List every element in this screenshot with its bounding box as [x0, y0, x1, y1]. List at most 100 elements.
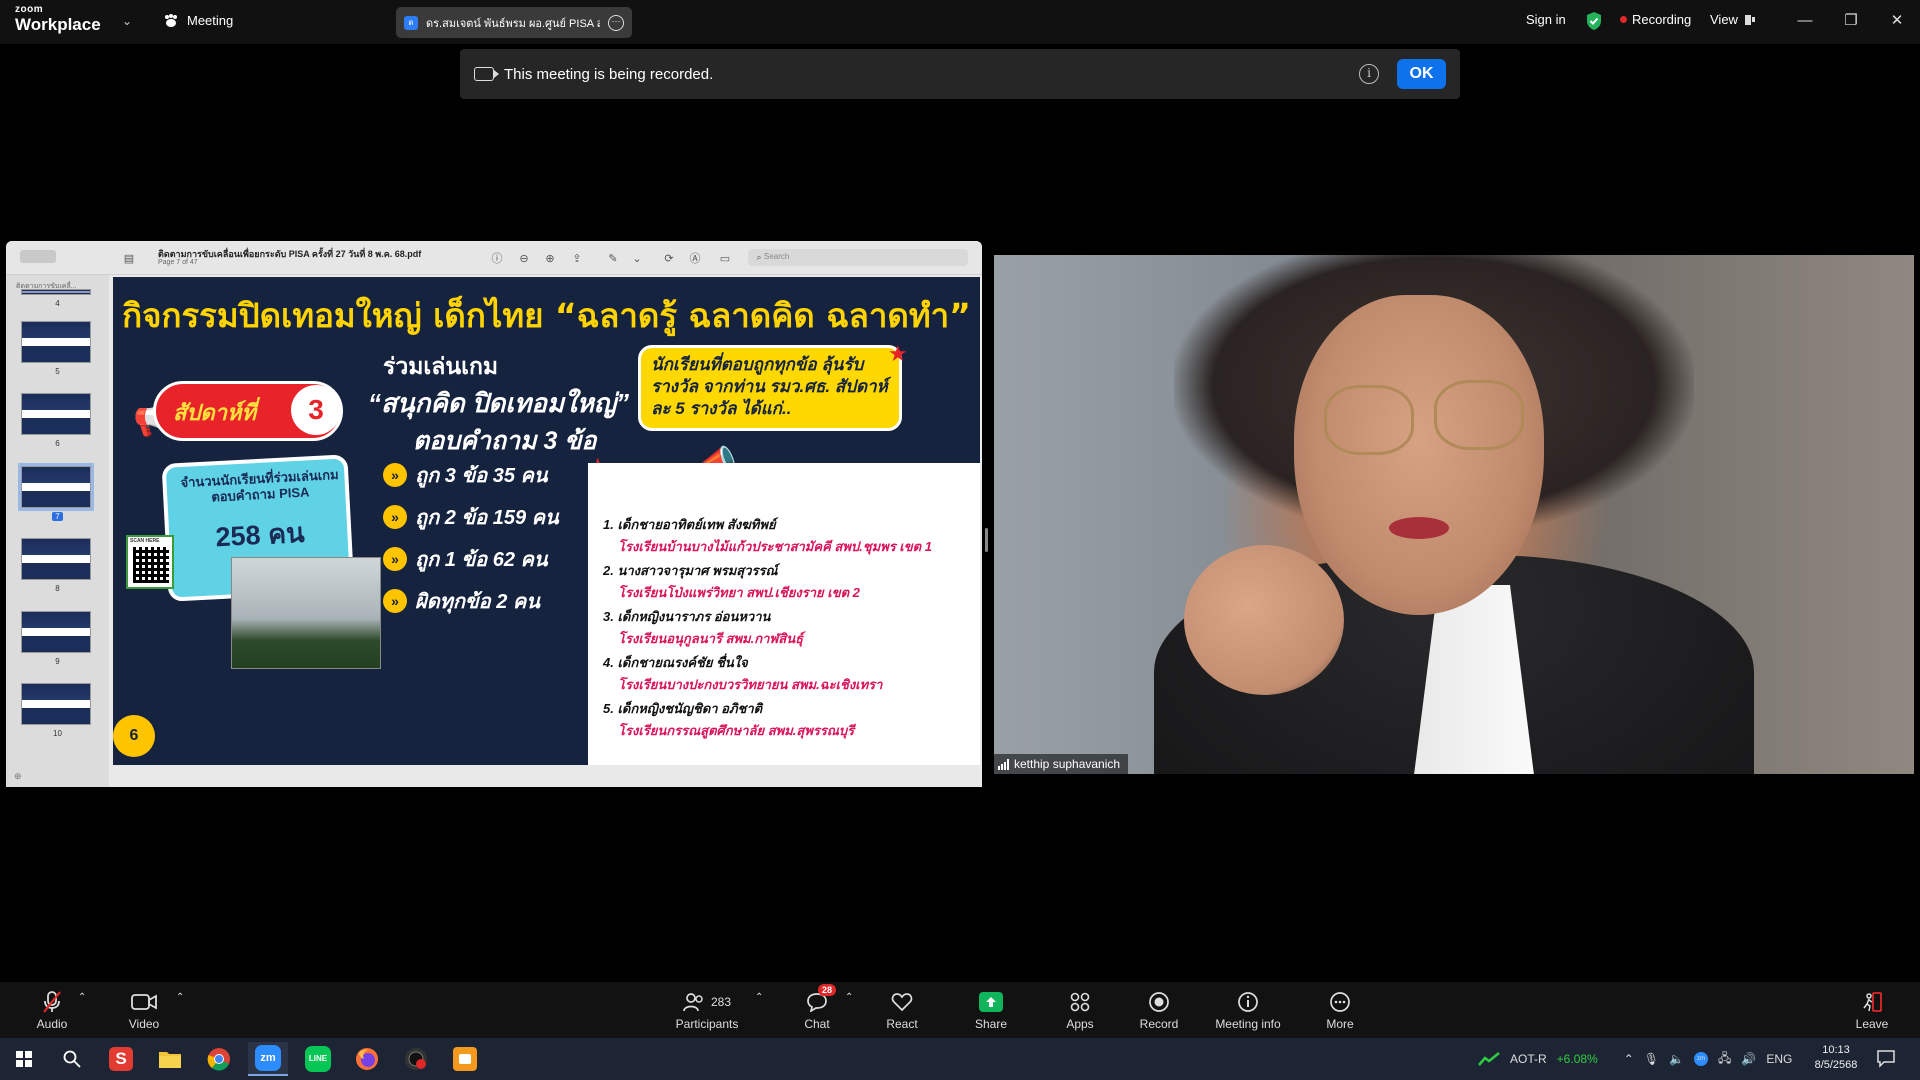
- clock-date: 8/5/2568: [1814, 1059, 1858, 1071]
- file-explorer-icon[interactable]: [150, 1042, 190, 1076]
- audio-options-caret-icon[interactable]: ⌃: [78, 992, 86, 1003]
- windows-start-icon[interactable]: [4, 1042, 44, 1076]
- chat-button[interactable]: 28 Chat: [800, 982, 837, 1038]
- zoom-tray-icon[interactable]: zm: [1693, 1052, 1708, 1066]
- thumbnail-number: 8: [55, 584, 60, 593]
- record-button[interactable]: Record: [1139, 982, 1179, 1038]
- wps-office-icon[interactable]: S: [101, 1042, 141, 1076]
- markup-pen-icon[interactable]: ✎: [606, 251, 620, 265]
- winner-name: 4. เด็กชายณรงค์ชัย ชื่นใจ: [603, 655, 748, 670]
- rotate-icon[interactable]: ⟳: [662, 251, 676, 265]
- more-icon: [1329, 990, 1351, 1014]
- selected-page-label: 7: [52, 512, 63, 521]
- notification-icon[interactable]: [1876, 1048, 1898, 1070]
- close-icon[interactable]: ✕: [1882, 8, 1912, 32]
- leave-door-icon: [1861, 990, 1883, 1014]
- video-person-glasses: [1324, 385, 1414, 455]
- pdf-thumbnail-sidebar: ติดตามการขับเคลื่... 4 5 6 7 8 9 10 ⊕: [6, 275, 109, 787]
- thumbnail-page-5[interactable]: [21, 321, 91, 363]
- thumbnail-page-7[interactable]: [18, 463, 94, 511]
- zoom-app-icon[interactable]: zm: [248, 1042, 288, 1076]
- heart-icon: [891, 990, 913, 1014]
- winner-school: โรงเรียนโป่งแพร่วิทยา สพป.เชียงราย เขต 2: [618, 585, 860, 600]
- participant-name: ketthip suphavanich: [1014, 757, 1121, 771]
- pdf-search-input[interactable]: Search: [748, 249, 968, 266]
- speaker-icon[interactable]: 🔈: [1669, 1052, 1684, 1066]
- add-page-icon[interactable]: ⊕: [14, 771, 22, 782]
- thumbnail-page-10[interactable]: [21, 683, 91, 725]
- chat-label: Chat: [804, 1016, 830, 1031]
- meeting-info-button[interactable]: Meeting info: [1212, 982, 1284, 1038]
- stock-ticker[interactable]: AOT-R: [1510, 1052, 1547, 1066]
- language-indicator[interactable]: ENG: [1766, 1052, 1792, 1066]
- form-icon[interactable]: ▭: [718, 251, 732, 265]
- participant-video-tile[interactable]: [994, 255, 1914, 774]
- encryption-shield-icon[interactable]: [1585, 11, 1603, 36]
- chevron-right-icon: »: [383, 463, 407, 487]
- chrome-icon[interactable]: [199, 1042, 239, 1076]
- share-icon[interactable]: ⇪: [570, 251, 584, 265]
- chat-icon: 28: [806, 983, 837, 1014]
- chat-options-caret-icon[interactable]: ⌃: [845, 992, 853, 1003]
- info-icon[interactable]: i: [1359, 64, 1379, 84]
- video-options-caret-icon[interactable]: ⌃: [176, 992, 184, 1003]
- thumbnail-page-6[interactable]: [21, 393, 91, 435]
- volume-icon[interactable]: 🔊: [1741, 1052, 1756, 1066]
- shared-screen-tab[interactable]: ด ดร.สมเจตน์ พันธ์พรม ผอ.ศูนย์ PISA ส ··…: [396, 7, 632, 38]
- audio-label: Audio: [36, 1016, 68, 1031]
- info-icon[interactable]: ⓘ: [490, 251, 504, 265]
- meeting-tab[interactable]: Meeting: [163, 13, 233, 28]
- media-app-icon[interactable]: [396, 1042, 436, 1076]
- split-view-handle[interactable]: [985, 528, 988, 552]
- participants-label: Participants: [675, 1016, 739, 1031]
- apps-button[interactable]: Apps: [1063, 982, 1097, 1038]
- chevron-up-icon[interactable]: ⌃: [1624, 1052, 1634, 1066]
- minimize-icon[interactable]: —: [1790, 8, 1820, 32]
- chevron-right-icon: »: [383, 547, 407, 571]
- video-person-hand: [1184, 545, 1344, 695]
- more-button[interactable]: More: [1324, 982, 1356, 1038]
- microphone-icon[interactable]: 🎙: [1644, 1052, 1659, 1066]
- thumbnail-page-9[interactable]: [21, 611, 91, 653]
- recording-indicator[interactable]: Recording: [1620, 12, 1691, 27]
- meeting-controls-bar: Audio ⌃ Video ⌃ 283 Participants ⌃ 28 Ch…: [0, 982, 1920, 1038]
- firefox-icon[interactable]: [347, 1042, 387, 1076]
- video-button[interactable]: Video: [126, 982, 162, 1038]
- line-app-icon[interactable]: LINE: [298, 1042, 338, 1076]
- sign-in-link[interactable]: Sign in: [1526, 12, 1566, 27]
- view-button[interactable]: View: [1710, 12, 1756, 27]
- zoom-in-icon[interactable]: ⊕: [543, 251, 557, 265]
- chat-unread-badge: 28: [818, 983, 837, 996]
- video-camera-icon: [131, 990, 157, 1014]
- annotate-icon[interactable]: Ⓐ: [688, 251, 702, 265]
- search-icon[interactable]: [52, 1042, 92, 1076]
- share-button[interactable]: Share: [972, 982, 1010, 1038]
- leave-button[interactable]: Leave: [1856, 982, 1888, 1038]
- view-mode-icon[interactable]: ▤: [122, 251, 136, 265]
- chevron-down-icon[interactable]: ⌄: [122, 14, 132, 28]
- search-icon: ⌕: [756, 251, 762, 262]
- network-icon[interactable]: 🖧: [1718, 1049, 1731, 1070]
- chevron-down-icon[interactable]: ⌄: [630, 251, 644, 265]
- ok-button[interactable]: OK: [1397, 59, 1446, 89]
- zoom-out-icon[interactable]: ⊖: [517, 251, 531, 265]
- windows-taskbar: S zm LINE AOT-R +6.08% ⌃ 🎙 🔈 zm 🖧 🔊 ENG …: [0, 1038, 1920, 1080]
- more-options-icon[interactable]: ···: [608, 14, 624, 31]
- slide-page: กิจกรรมปิดเทอมใหญ่ เด็กไทย “ฉลาดรู้ ฉลาด…: [113, 277, 980, 765]
- stock-chart-icon: [1478, 1052, 1500, 1066]
- qr-code-image: [133, 547, 169, 583]
- participants-options-caret-icon[interactable]: ⌃: [755, 992, 763, 1003]
- thumbnail-page-4[interactable]: [21, 289, 91, 295]
- audio-button[interactable]: Audio: [34, 982, 70, 1038]
- thumbnail-page-8[interactable]: [21, 538, 91, 580]
- slides-app-icon[interactable]: [445, 1042, 485, 1076]
- participants-button[interactable]: 283 Participants: [672, 982, 742, 1038]
- restore-icon[interactable]: ❐: [1836, 8, 1866, 32]
- react-button[interactable]: React: [884, 982, 920, 1038]
- info-icon: [1237, 990, 1259, 1014]
- sidebar-toggle-icon[interactable]: [20, 250, 56, 263]
- system-clock[interactable]: 10:13 8/5/2568: [1806, 1043, 1866, 1073]
- zoom-logo[interactable]: zoom Workplace: [15, 5, 101, 34]
- qr-label: SCAN HERE: [130, 538, 160, 544]
- star-icon: ★: [888, 341, 908, 366]
